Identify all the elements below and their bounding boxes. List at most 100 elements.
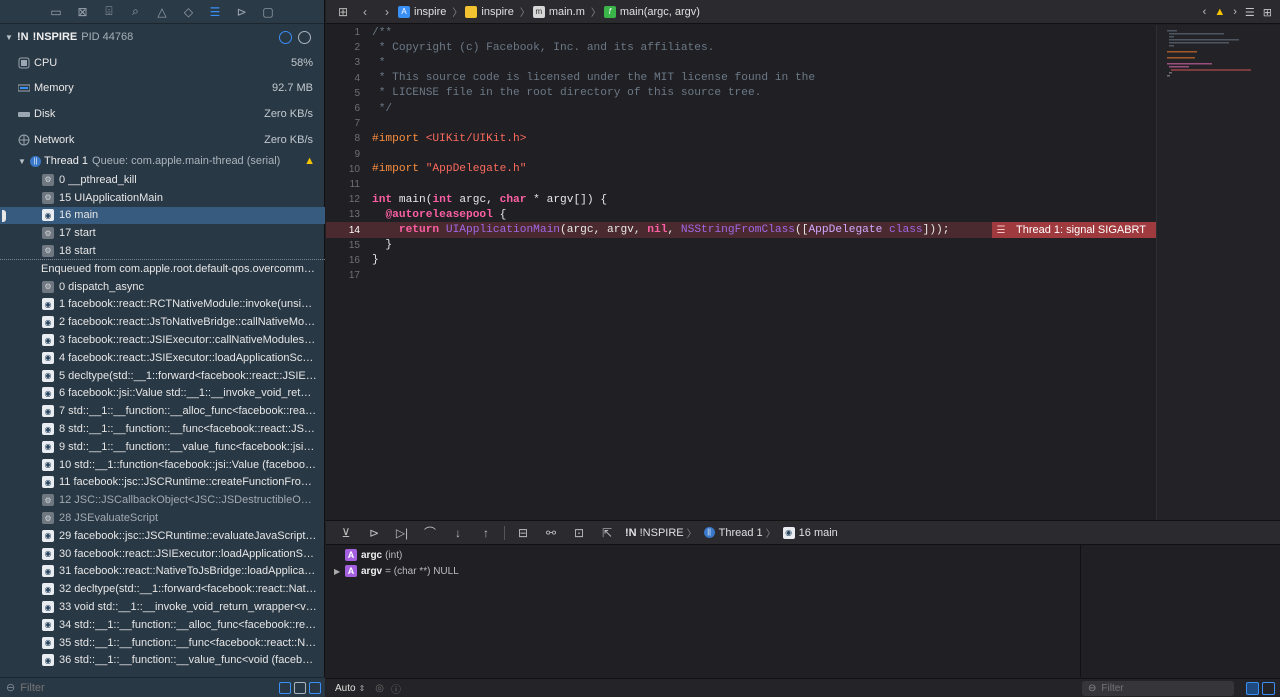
code-line[interactable]: 1 /** (326, 25, 1156, 40)
code-line[interactable]: 9 (326, 147, 1156, 162)
console-filter-input[interactable] (1101, 683, 1222, 694)
symbols-filter-icon[interactable] (309, 682, 321, 694)
stack-frame[interactable]: ⚙ 12 JSC::JSCallbackObject<JSC::JSDestruc… (0, 491, 325, 509)
code-line[interactable]: 8 #import <UIKit/UIKit.h> (326, 131, 1156, 146)
breadcrumb-project[interactable]: A inspire (398, 5, 446, 18)
stack-frame[interactable]: ◉ 31 facebook::react::NativeToJsBridge::l… (0, 563, 325, 581)
line-number[interactable]: 14 (326, 225, 360, 236)
step-over-icon[interactable]: ⌒ (416, 524, 444, 541)
disclosure-down-icon[interactable]: ▼ (18, 157, 30, 166)
code-area[interactable]: 1/** 2 * Copyright (c) Facebook, Inc. and… (326, 25, 1156, 520)
debug-breadcrumb-process[interactable]: !N !NSPIRE (625, 527, 684, 539)
crashed-threads-filter-icon[interactable] (279, 682, 291, 694)
variable-row[interactable]: ▶ A argv = (char **) NULL (326, 563, 1080, 579)
eye-icon[interactable]: ◎ (375, 683, 384, 694)
stack-frame[interactable]: ◉ 3 facebook::react::JSIExecutor::callNat… (0, 331, 325, 349)
stack-frame[interactable]: ⚙ 15 UIApplicationMain (0, 189, 325, 207)
report-icon[interactable]: ▢ (255, 0, 282, 24)
code-line[interactable]: 6 */ (326, 101, 1156, 116)
source-control-icon[interactable]: ⊠ (69, 0, 96, 24)
code-line[interactable]: 10 #import "AppDelegate.h" (326, 162, 1156, 177)
breakpoint-icon[interactable]: ⊳ (228, 0, 255, 24)
debug-breadcrumb-frame[interactable]: ◉ 16 main (782, 526, 838, 539)
stack-frame[interactable]: ◉ 11 facebook::jsc::JSCRuntime::createFun… (0, 474, 325, 492)
minimap[interactable] (1156, 25, 1280, 520)
line-number[interactable]: 4 (326, 73, 360, 84)
line-number[interactable]: 8 (326, 133, 360, 144)
stack-frame[interactable]: ◉ 32 decltype(std::__1::forward<facebook:… (0, 580, 325, 598)
code-line[interactable]: 16} (326, 253, 1156, 268)
code-line[interactable]: 15 } (326, 238, 1156, 253)
navigator-filter-input[interactable] (20, 681, 221, 694)
code-line[interactable]: 7 (326, 116, 1156, 131)
stack-frame[interactable]: ◉ 29 facebook::jsc::JSCRuntime::evaluateJ… (0, 527, 325, 545)
line-number[interactable]: 16 (326, 255, 360, 266)
step-out-icon[interactable]: ↑ (472, 526, 500, 540)
stack-frame[interactable]: ◉ 8 std::__1::__function::__func<facebook… (0, 420, 325, 438)
stack-frame[interactable]: ◉ 33 void std::__1::__invoke_void_return_… (0, 598, 325, 616)
previous-issue-icon[interactable]: ‹ (1203, 6, 1207, 18)
thread-filter-icon[interactable] (298, 31, 311, 44)
stack-frame[interactable]: ◉ 34 std::__1::__function::__alloc_func<f… (0, 616, 325, 634)
stack-frame[interactable]: ◉ 6 facebook::jsi::Value std::__1::__invo… (0, 385, 325, 403)
thread-row[interactable]: ▼ || Thread 1 Queue: com.apple.main-thre… (0, 152, 324, 170)
console-view[interactable] (1082, 545, 1280, 677)
error-annotation[interactable]: ☰ Thread 1: signal SIGABRT (992, 222, 1156, 238)
process-row[interactable]: ▼ !N !NSPIRE PID 44768 (0, 24, 324, 50)
show-variables-icon[interactable] (1246, 682, 1259, 695)
memory-graph-icon[interactable]: ⚯ (537, 526, 565, 540)
line-number[interactable]: 11 (326, 179, 360, 190)
chevron-updown-icon[interactable]: ⇕ (359, 684, 366, 693)
back-icon[interactable]: ‹ (354, 5, 376, 19)
folder-icon[interactable]: ▭ (43, 0, 70, 24)
next-issue-icon[interactable]: › (1233, 6, 1237, 18)
code-line[interactable]: 5 * LICENSE file in the root directory o… (326, 86, 1156, 101)
debug-gauge-icon[interactable] (279, 31, 292, 44)
stack-frame[interactable]: ⚙ 0 dispatch_async (0, 278, 325, 296)
line-number[interactable]: 9 (326, 149, 360, 160)
stack-frame[interactable]: ⚙ 18 start (0, 242, 325, 260)
stack-frame[interactable]: ◉ 16 main (0, 206, 325, 225)
breadcrumb-folder[interactable]: inspire (465, 5, 514, 18)
warning-icon[interactable]: △ (149, 0, 176, 24)
stack-frame[interactable]: Enqueued from com.apple.root.default-qos… (0, 260, 325, 278)
warning-icon[interactable]: ▲ (1214, 6, 1225, 18)
stack-frame[interactable]: ◉ 9 std::__1::__function::__value_func<fa… (0, 438, 325, 456)
adjust-editor-icon[interactable]: ☰ (1245, 6, 1255, 19)
stack-frame[interactable]: ◉ 2 facebook::react::JsToNativeBridge::ca… (0, 313, 325, 331)
environment-overrides-icon[interactable]: ⊡ (565, 526, 593, 540)
line-number[interactable]: 1 (326, 27, 360, 38)
code-line[interactable]: 12 int main(int argc, char * argv[]) { (326, 192, 1156, 207)
disclosure-right-icon[interactable]: ▶ (334, 567, 345, 576)
forward-icon[interactable]: › (376, 5, 398, 19)
line-number[interactable]: 13 (326, 209, 360, 220)
stack-frame[interactable]: ⚙ 0 __pthread_kill (0, 171, 325, 189)
variables-mode-select[interactable]: Auto (335, 683, 356, 694)
stack-frame[interactable]: ◉ 7 std::__1::__function::__alloc_func<fa… (0, 402, 325, 420)
line-number[interactable]: 10 (326, 164, 360, 175)
stack-frame[interactable]: ◉ 1 facebook::react::RCTNativeModule::inv… (0, 296, 325, 314)
gauge-disk[interactable]: Disk Zero KB/s (0, 101, 324, 127)
stack-frame[interactable]: ◉ 36 std::__1::__function::__value_func<v… (0, 652, 325, 670)
debug-icon[interactable]: ☰ (202, 0, 229, 24)
add-editor-icon[interactable]: ⊞ (1263, 6, 1272, 19)
variable-row[interactable]: A argc (int) (326, 547, 1080, 563)
line-number[interactable]: 2 (326, 42, 360, 53)
line-number[interactable]: 17 (326, 270, 360, 281)
code-line[interactable]: 14 return UIApplicationMain(argc, argv, … (326, 222, 1156, 238)
info-icon[interactable]: ⓘ (391, 681, 401, 696)
code-line[interactable]: 17 (326, 268, 1156, 283)
hierarchy-icon[interactable]: ⌹ (96, 0, 123, 24)
breadcrumb-function[interactable]: f main(argc, argv) (603, 5, 700, 18)
code-line[interactable]: 3 * (326, 55, 1156, 70)
stack-frame[interactable]: ⚙ 17 start (0, 224, 325, 242)
gauge-network[interactable]: Network Zero KB/s (0, 127, 324, 153)
stack-frame[interactable]: ⚙ 28 JSEvaluateScript (0, 509, 325, 527)
related-items-icon[interactable]: ⊞ (332, 5, 354, 19)
search-icon[interactable]: ⌕ (122, 0, 149, 24)
continue-icon[interactable]: ▷| (388, 526, 416, 540)
stack-frame[interactable]: ◉ 10 std::__1::function<facebook::jsi::Va… (0, 456, 325, 474)
code-line[interactable]: 2 * Copyright (c) Facebook, Inc. and its… (326, 40, 1156, 55)
gauge-cpu[interactable]: CPU 58% (0, 50, 324, 76)
gauge-memory[interactable]: Memory 92.7 MB (0, 76, 324, 102)
